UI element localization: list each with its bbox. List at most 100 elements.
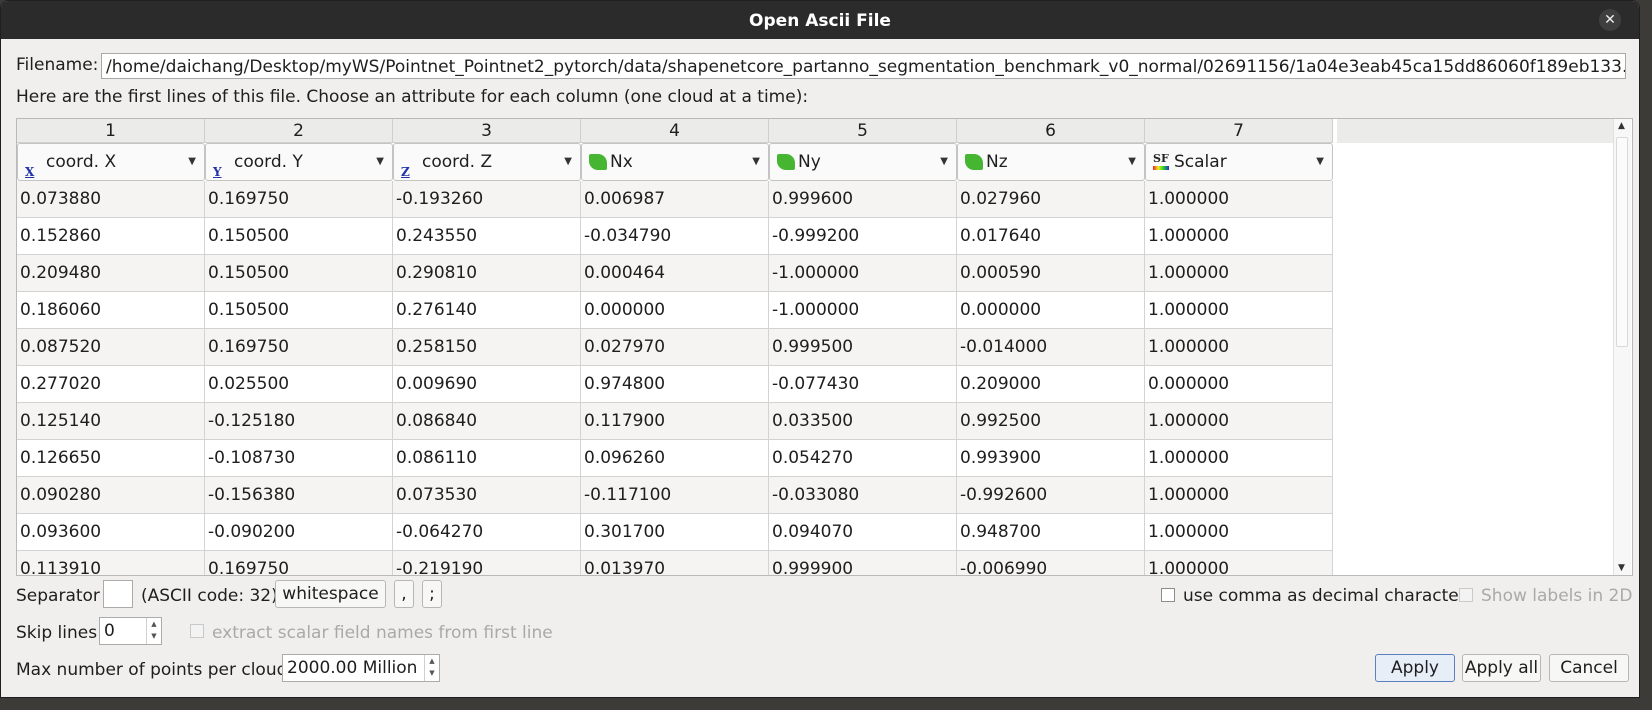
extract-names-label: extract scalar field names from first li… <box>212 623 553 643</box>
spin-arrows-icon[interactable]: ▲ ▼ <box>424 655 439 681</box>
column-attribute-select-4[interactable]: Nx ▼ <box>581 143 769 181</box>
chevron-down-icon[interactable]: ▼ <box>1128 144 1136 180</box>
cancel-button[interactable]: Cancel <box>1549 654 1629 682</box>
table-row: 0.125140 -0.125180 0.086840 0.117900 0.03350… <box>17 403 1333 440</box>
column-attribute-select-7[interactable]: SF Scalar ▼ <box>1145 143 1333 181</box>
column-attribute-select-6[interactable]: Nz ▼ <box>957 143 1145 181</box>
table-cell: 1.000000 <box>1145 551 1333 575</box>
table-cell: -0.014000 <box>957 329 1145 366</box>
normal-icon <box>965 154 983 170</box>
table-cell: 0.290810 <box>393 255 581 292</box>
table-cell: -0.999200 <box>769 218 957 255</box>
table-cell: 0.086110 <box>393 440 581 477</box>
columns-table[interactable]: 1234567 Xcoord. X ▼ Ycoord. Y ▼ Zcoord. Z ▼ Nx… <box>16 118 1633 576</box>
use-comma-decimal-checkbox[interactable] <box>1161 588 1175 602</box>
scrollbar-thumb[interactable] <box>1616 137 1628 347</box>
max-points-spinbox[interactable]: 2000.00 Million ▲ ▼ <box>282 654 440 682</box>
table-row: 0.087520 0.169750 0.258150 0.027970 0.999500… <box>17 329 1333 366</box>
separator-input[interactable] <box>103 580 133 608</box>
extract-names-checkbox <box>190 624 204 638</box>
comma-button[interactable]: , <box>394 580 414 608</box>
chevron-down-icon[interactable]: ▼ <box>188 144 196 180</box>
chevron-down-icon[interactable]: ▼ <box>752 144 760 180</box>
chevron-down-icon[interactable]: ▼ <box>564 144 572 180</box>
table-row: 0.186060 0.150500 0.276140 0.000000 -1.00000… <box>17 292 1333 329</box>
table-row: 0.277020 0.025500 0.009690 0.974800 -0.07743… <box>17 366 1333 403</box>
table-cell: 0.152860 <box>17 218 205 255</box>
column-number-4: 4 <box>581 119 769 143</box>
apply-button[interactable]: Apply <box>1375 654 1455 682</box>
table-cell: 0.094070 <box>769 514 957 551</box>
table-cell: -0.034790 <box>581 218 769 255</box>
table-cell: 0.169750 <box>205 551 393 575</box>
table-cell: 0.054270 <box>769 440 957 477</box>
column-number-2: 2 <box>205 119 393 143</box>
skip-lines-value: 0 <box>104 621 115 641</box>
column-attribute-label: Scalar <box>1174 152 1227 172</box>
column-attribute-select-2[interactable]: Ycoord. Y ▼ <box>205 143 393 181</box>
max-points-value: 2000.00 Million <box>287 658 418 678</box>
table-cell: 0.150500 <box>205 218 393 255</box>
table-cell: 0.999600 <box>769 181 957 218</box>
table-cell: 0.276140 <box>393 292 581 329</box>
table-cell: 0.000590 <box>957 255 1145 292</box>
vertical-scrollbar[interactable]: ▲ ▼ <box>1613 119 1631 575</box>
table-cell: -0.125180 <box>205 403 393 440</box>
table-cell: -1.000000 <box>769 255 957 292</box>
table-cell: 0.006987 <box>581 181 769 218</box>
column-attribute-label: coord. X <box>46 152 117 172</box>
spin-arrows-icon[interactable]: ▲ ▼ <box>146 618 161 644</box>
open-ascii-dialog: Open Ascii File ✕ Filename: /home/daicha… <box>0 0 1640 698</box>
table-row: 0.209480 0.150500 0.290810 0.000464 -1.00000… <box>17 255 1333 292</box>
table-cell: 0.073880 <box>17 181 205 218</box>
table-cell: 0.186060 <box>17 292 205 329</box>
table-cell: 1.000000 <box>1145 440 1333 477</box>
table-row: 0.126650 -0.108730 0.086110 0.096260 0.05427… <box>17 440 1333 477</box>
whitespace-button[interactable]: whitespace <box>275 580 386 608</box>
chevron-down-icon[interactable]: ▼ <box>940 144 948 180</box>
table-cell: 0.000000 <box>1145 366 1333 403</box>
table-cell: -0.033080 <box>769 477 957 514</box>
table-cell: 0.017640 <box>957 218 1145 255</box>
column-attribute-label: coord. Y <box>234 152 303 172</box>
table-cell: 0.013970 <box>581 551 769 575</box>
table-cell: -0.090200 <box>205 514 393 551</box>
table-cell: 0.086840 <box>393 403 581 440</box>
close-icon[interactable]: ✕ <box>1599 9 1621 31</box>
apply-all-button[interactable]: Apply all <box>1462 654 1541 682</box>
skip-lines-spinbox[interactable]: 0 ▲ ▼ <box>99 617 162 645</box>
normal-icon <box>589 154 607 170</box>
title-bar[interactable]: Open Ascii File ✕ <box>1 1 1639 39</box>
column-attribute-select-3[interactable]: Zcoord. Z ▼ <box>393 143 581 181</box>
filename-field[interactable]: /home/daichang/Desktop/myWS/Pointnet_Poi… <box>101 53 1626 79</box>
column-attribute-row: Xcoord. X ▼ Ycoord. Y ▼ Zcoord. Z ▼ Nx ▼ Ny ▼ Nz ▼ S… <box>17 143 1333 181</box>
table-cell: -0.219190 <box>393 551 581 575</box>
table-row: 0.152860 0.150500 0.243550 -0.034790 -0.9992… <box>17 218 1333 255</box>
instructions-text: Here are the first lines of this file. C… <box>16 87 809 107</box>
skip-lines-label: Skip lines <box>16 623 98 643</box>
table-cell: 0.243550 <box>393 218 581 255</box>
table-cell: 0.033500 <box>769 403 957 440</box>
chevron-down-icon[interactable]: ▼ <box>1316 144 1324 180</box>
chevron-down-icon[interactable]: ▼ <box>376 144 384 180</box>
scalar-field-icon: SF <box>1153 153 1169 170</box>
scroll-down-icon[interactable]: ▼ <box>1618 563 1625 573</box>
column-attribute-label: coord. Z <box>422 152 493 172</box>
table-cell: 0.999500 <box>769 329 957 366</box>
scroll-up-icon[interactable]: ▲ <box>1618 121 1625 131</box>
column-attribute-select-1[interactable]: Xcoord. X ▼ <box>17 143 205 181</box>
filename-label: Filename: <box>16 55 99 75</box>
column-number-header: 1234567 <box>17 119 1333 143</box>
table-cell: -0.108730 <box>205 440 393 477</box>
show-labels-2d-label: Show labels in 2D <box>1481 586 1633 606</box>
table-cell: 0.258150 <box>393 329 581 366</box>
dialog-title: Open Ascii File <box>749 11 891 31</box>
use-comma-decimal-label: use comma as decimal character <box>1183 586 1466 606</box>
table-cell: 0.209480 <box>17 255 205 292</box>
column-attribute-select-5[interactable]: Ny ▼ <box>769 143 957 181</box>
table-cell: 1.000000 <box>1145 403 1333 440</box>
table-cell: 0.999900 <box>769 551 957 575</box>
table-cell: 0.096260 <box>581 440 769 477</box>
table-cell: 0.009690 <box>393 366 581 403</box>
semicolon-button[interactable]: ; <box>422 580 442 608</box>
